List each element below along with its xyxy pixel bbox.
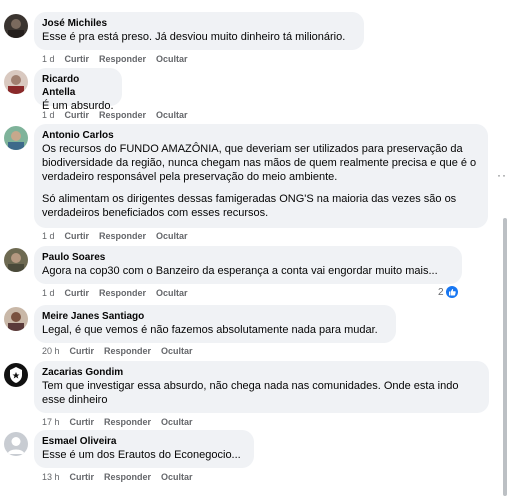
comment-text: Esse é um dos Erautos do Econegocio...: [42, 449, 241, 461]
reply-button[interactable]: Responder: [104, 346, 151, 357]
comment-bubble: Zacarias Gondim Tem que investigar essa …: [34, 361, 489, 413]
avatar[interactable]: [4, 432, 28, 456]
reaction-count: 2: [438, 286, 444, 298]
comment-text: Só alimentam os dirigentes dessas famige…: [42, 193, 457, 219]
reply-button[interactable]: Responder: [99, 110, 146, 121]
comment-author[interactable]: José Michiles: [42, 17, 356, 30]
comment-text: Legal, é que vemos é não fazemos absolut…: [42, 324, 378, 336]
comment-author[interactable]: Ricardo Antella: [42, 73, 114, 99]
comment-bubble: Esmael Oliveira Esse é um dos Erautos do…: [34, 430, 254, 468]
comment-author[interactable]: Zacarias Gondim: [42, 366, 481, 379]
more-options-button[interactable]: ···: [497, 168, 508, 182]
comment-bubble: Ricardo Antella É um absurdo.: [34, 68, 122, 112]
hide-button[interactable]: Ocultar: [156, 110, 188, 121]
hide-button[interactable]: Ocultar: [161, 346, 193, 357]
comment-time[interactable]: 1 d: [42, 110, 55, 121]
comment-time[interactable]: 1 d: [42, 231, 55, 242]
comment-author[interactable]: Meire Janes Santiago: [42, 310, 388, 323]
comment-time[interactable]: 20 h: [42, 346, 60, 357]
reply-button[interactable]: Responder: [104, 417, 151, 428]
comment-time[interactable]: 1 d: [42, 54, 55, 65]
like-button[interactable]: Curtir: [65, 54, 90, 65]
comment-time[interactable]: 1 d: [42, 288, 55, 299]
reply-button[interactable]: Responder: [99, 54, 146, 65]
like-button[interactable]: Curtir: [70, 472, 95, 483]
reply-button[interactable]: Responder: [99, 231, 146, 242]
comment-text: Agora na cop30 com o Banzeiro da esperan…: [42, 265, 438, 277]
like-button[interactable]: Curtir: [70, 417, 95, 428]
like-button[interactable]: Curtir: [65, 288, 90, 299]
reply-button[interactable]: Responder: [99, 288, 146, 299]
comment-time[interactable]: 13 h: [42, 472, 60, 483]
avatar[interactable]: [4, 14, 28, 38]
avatar[interactable]: [4, 307, 28, 331]
comment-bubble: Antonio Carlos Os recursos do FUNDO AMAZ…: [34, 124, 488, 228]
like-button[interactable]: Curtir: [70, 346, 95, 357]
avatar[interactable]: [4, 248, 28, 272]
hide-button[interactable]: Ocultar: [156, 288, 188, 299]
comment-bubble: Paulo Soares Agora na cop30 com o Banzei…: [34, 246, 462, 284]
ellipsis-icon: ···: [497, 168, 508, 182]
hide-button[interactable]: Ocultar: [156, 54, 188, 65]
avatar[interactable]: [4, 70, 28, 94]
comment-author[interactable]: Paulo Soares: [42, 251, 454, 264]
avatar[interactable]: [4, 126, 28, 150]
comment-text: Esse é pra está preso. Já desviou muito …: [42, 31, 346, 43]
like-icon: [445, 286, 458, 298]
hide-button[interactable]: Ocultar: [161, 417, 193, 428]
scrollbar[interactable]: [503, 218, 507, 496]
comment-text: Tem que investigar essa absurdo, não che…: [42, 380, 459, 406]
comment-text: Os recursos do FUNDO AMAZÔNIA, que dever…: [42, 143, 477, 183]
comment-time[interactable]: 17 h: [42, 417, 60, 428]
like-button[interactable]: Curtir: [65, 231, 90, 242]
reply-button[interactable]: Responder: [104, 472, 151, 483]
comment-author[interactable]: Antonio Carlos: [42, 129, 480, 142]
avatar[interactable]: [4, 363, 28, 387]
hide-button[interactable]: Ocultar: [161, 472, 193, 483]
like-button[interactable]: Curtir: [65, 110, 90, 121]
comment-bubble: Meire Janes Santiago Legal, é que vemos …: [34, 305, 396, 343]
comment-bubble: José Michiles Esse é pra está preso. Já …: [34, 12, 364, 50]
hide-button[interactable]: Ocultar: [156, 231, 188, 242]
reaction-summary[interactable]: 2: [438, 286, 458, 298]
comment-author[interactable]: Esmael Oliveira: [42, 435, 246, 448]
